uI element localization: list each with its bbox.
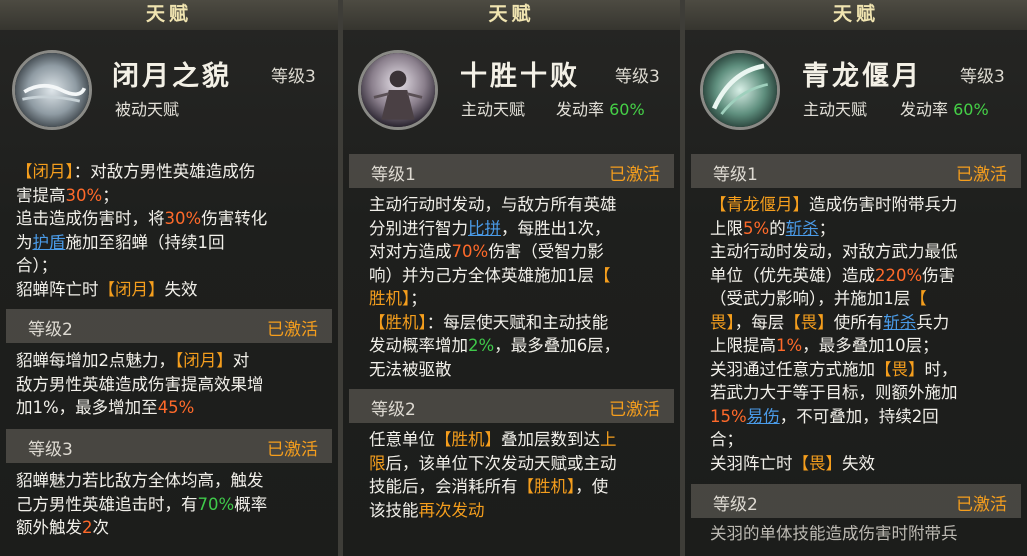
talent-type: 被动天赋	[115, 100, 180, 119]
desc-line: 响）并为己方全体英雄施加1层【	[369, 265, 611, 285]
desc-line: 害提高30%；	[16, 185, 119, 205]
desc-line: 对对方造成70%伤害（受智力影	[369, 242, 604, 261]
talent-name: 青龙偃月	[802, 61, 922, 92]
desc-line: 为护盾施加至貂蝉（持续1回	[16, 232, 225, 252]
talent-name: 闭月之貌	[112, 61, 232, 92]
desc-line: 无法被驱散	[369, 359, 452, 379]
desc-line: 关羽通过任意方式施加【畏】时，	[710, 359, 958, 379]
desc-line: 发动概率增加2%，最多叠加6层，	[369, 336, 621, 355]
desc-line: 合）；	[16, 256, 58, 275]
talent-panel-biyue: 天赋 闭月之貌 等级3 被动天赋 【闭月】：对敌方男性英雄造成伤 害提高30%；…	[0, 0, 338, 556]
moon-talent-icon[interactable]	[12, 50, 92, 130]
level2-bar: 等级2 已激活	[691, 484, 1021, 518]
level1-description: 【青龙偃月】造成伤害时附带兵力 上限5%的斩杀； 主动行动时发动，对敌方武力最低…	[710, 193, 958, 475]
talent-panel-shisheng: 天赋 十胜十败 等级3 主动天赋 发动率 60% 等级1 已激活 主动行动时发动…	[343, 0, 680, 556]
desc-line: 畏】，每层【畏】使所有斩杀兵力	[710, 312, 950, 332]
talent-level: 等级3	[960, 67, 1005, 87]
desc-line: 己方男性英雄追击时，有70%概率	[16, 494, 268, 514]
desc-line: 限后，该单位下次发动天赋或主动	[369, 453, 617, 473]
level1-bar: 等级1 已激活	[349, 154, 674, 188]
desc-line: 上限5%的斩杀；	[710, 218, 836, 238]
desc-line: 胜机】；	[369, 289, 427, 308]
trigger-rate: 发动率 60%	[900, 100, 989, 119]
level2-description: 任意单位【胜机】叠加层数到达上 限后，该单位下次发动天赋或主动 技能后，会消耗所…	[369, 428, 617, 522]
level1-description: 【闭月】：对敌方男性英雄造成伤 害提高30%； 追击造成伤害时，将30%伤害转化…	[16, 160, 267, 301]
desc-line: 追击造成伤害时，将30%伤害转化	[16, 209, 268, 228]
talent-name: 十胜十败	[460, 61, 580, 92]
desc-line: 该技能再次发动	[369, 500, 485, 520]
level1-description: 主动行动时发动，与敌方所有英雄 分别进行智力比拼，每胜出1次， 对对方造成70%…	[369, 193, 620, 381]
desc-line: 关羽阵亡时【畏】失效	[710, 453, 875, 473]
desc-line: 额外触发2次	[16, 518, 109, 537]
strategist-talent-icon[interactable]	[358, 50, 438, 130]
desc-line: 【闭月】：对敌方男性英雄造成伤	[16, 162, 256, 181]
desc-line: 技能后，会消耗所有【胜机】，使	[369, 477, 609, 496]
desc-line: 任意单位【胜机】叠加层数到达上	[369, 430, 617, 449]
panel-header: 天赋	[0, 0, 338, 30]
talent-level: 等级3	[615, 67, 660, 87]
level3-bar: 等级3 已激活	[6, 429, 332, 463]
dragon-blade-talent-icon[interactable]	[700, 50, 780, 130]
desc-line: 貂蝉每增加2点魅力，【闭月】对	[16, 351, 250, 370]
level2-bar: 等级2 已激活	[6, 309, 332, 343]
talent-type: 主动天赋	[461, 100, 526, 119]
desc-line: 主动行动时发动，对敌方武力最低	[710, 242, 958, 261]
panel-header: 天赋	[343, 0, 680, 30]
desc-line: 【胜机】：每层使天赋和主动技能	[369, 312, 609, 332]
desc-line: 【青龙偃月】造成伤害时附带兵力	[710, 195, 958, 214]
desc-line: 15%易伤，不可叠加，持续2回	[710, 406, 939, 426]
level2-description: 关羽的单体技能造成伤害时附带兵	[710, 522, 958, 546]
desc-line: 合；	[710, 430, 743, 449]
desc-line: 敌方男性英雄造成伤害提高效果增	[16, 374, 264, 394]
talent-panel-qinglong: 天赋 青龙偃月 等级3 主动天赋 发动率 60% 等级1 已激活 【青龙偃月】造…	[685, 0, 1027, 556]
desc-line: 貂蝉魅力若比敌方全体均高，触发	[16, 471, 264, 490]
trigger-rate: 发动率 60%	[556, 100, 645, 119]
level1-bar: 等级1 已激活	[691, 154, 1021, 188]
level2-description: 貂蝉每增加2点魅力，【闭月】对 敌方男性英雄造成伤害提高效果增 加1%，最多增加…	[16, 349, 264, 420]
talent-level: 等级3	[271, 67, 316, 87]
desc-line: 若武力大于等于目标，则额外施加	[710, 383, 958, 402]
desc-line: （受武力影响），并施加1层【	[710, 289, 927, 308]
desc-line: 上限提高1%，最多叠加10层；	[710, 336, 939, 355]
panel-header: 天赋	[685, 0, 1027, 30]
level2-bar: 等级2 已激活	[349, 389, 674, 423]
desc-line: 貂蝉阵亡时【闭月】失效	[16, 279, 198, 299]
desc-line: 加1%，最多增加至45%	[16, 398, 195, 417]
desc-line: 单位（优先英雄）造成220%伤害	[710, 265, 956, 285]
desc-line: 关羽的单体技能造成伤害时附带兵	[710, 524, 958, 543]
desc-line: 主动行动时发动，与敌方所有英雄	[369, 195, 617, 214]
level3-description: 貂蝉魅力若比敌方全体均高，触发 己方男性英雄追击时，有70%概率 额外触发2次	[16, 469, 267, 540]
talent-type: 主动天赋	[803, 100, 868, 119]
desc-line: 分别进行智力比拼，每胜出1次，	[369, 218, 611, 238]
